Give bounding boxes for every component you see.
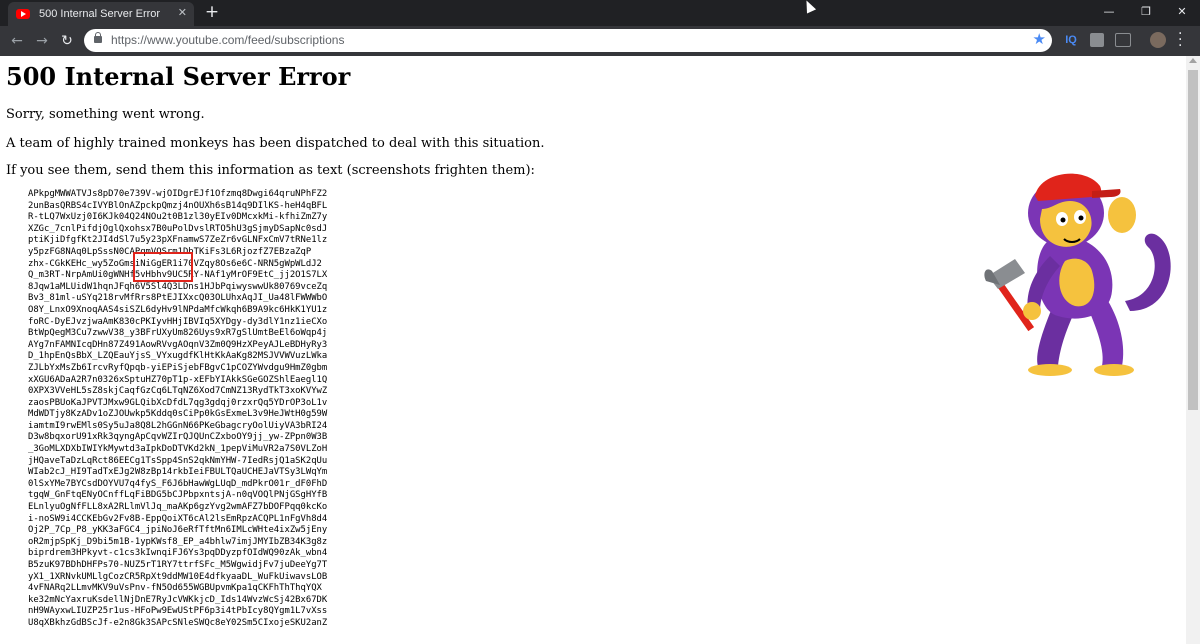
browser-menu-icon[interactable]: · · · <box>1178 27 1186 53</box>
profile-avatar[interactable] <box>1150 32 1166 48</box>
error-message-monkeys: A team of highly trained monkeys has bee… <box>6 136 545 151</box>
lock-icon[interactable] <box>94 32 102 43</box>
tab-close-icon[interactable]: ✕ <box>178 6 187 19</box>
page-title: 500 Internal Server Error <box>6 62 351 91</box>
forward-button[interactable]: → <box>31 30 53 52</box>
new-tab-button[interactable]: + <box>202 2 222 22</box>
cast-extension-icon[interactable] <box>1115 33 1131 47</box>
scroll-up-arrow-icon[interactable] <box>1189 58 1197 63</box>
url-text[interactable]: https://www.youtube.com/feed/subscriptio… <box>111 33 344 47</box>
monkey-with-hammer-illustration <box>984 173 1171 376</box>
error-message-sorry: Sorry, something went wrong. <box>6 107 205 122</box>
maximize-button[interactable]: ❐ <box>1127 0 1165 26</box>
tab-title: 500 Internal Server Error <box>39 8 161 20</box>
address-bar[interactable]: https://www.youtube.com/feed/subscriptio… <box>84 29 1052 52</box>
highlight-annotation-box <box>133 252 193 282</box>
bookmark-star-icon[interactable]: ★ <box>1033 30 1046 48</box>
iq-extension-icon[interactable]: IQ <box>1063 32 1079 48</box>
mouse-cursor-icon <box>801 0 817 14</box>
youtube-favicon-icon <box>16 9 30 19</box>
back-button[interactable]: ← <box>6 30 28 52</box>
minimize-button[interactable]: — <box>1090 0 1128 26</box>
page-content: 500 Internal Server Error Sorry, somethi… <box>0 56 1186 644</box>
error-message-instructions: If you see them, send them this informat… <box>6 163 535 178</box>
reload-button[interactable]: ↻ <box>56 30 78 52</box>
tab-strip: 500 Internal Server Error ✕ + — ❐ ✕ <box>0 0 1200 26</box>
tab-active[interactable]: 500 Internal Server Error ✕ <box>8 2 194 26</box>
close-window-button[interactable]: ✕ <box>1163 0 1200 26</box>
browser-toolbar: ← → ↻ https://www.youtube.com/feed/subsc… <box>0 26 1200 56</box>
vertical-scrollbar[interactable] <box>1186 56 1200 644</box>
scrollbar-thumb[interactable] <box>1188 70 1198 410</box>
extension-icon[interactable] <box>1090 33 1104 47</box>
